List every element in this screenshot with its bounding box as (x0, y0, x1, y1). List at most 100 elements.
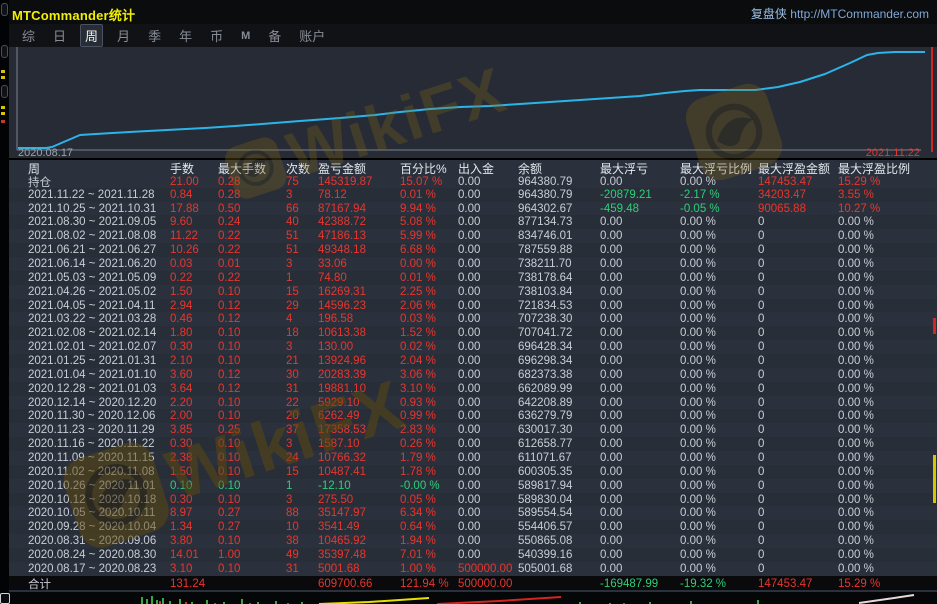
menu-item-zhanghu[interactable]: 账户 (295, 25, 329, 46)
balance-line (18, 52, 925, 148)
table-total-row[interactable]: 合计131.24609700.66121.94 %500000.00-16948… (9, 576, 937, 590)
table-row[interactable]: 2021.01.04 ~ 2021.01.103.600.123020283.3… (9, 368, 937, 382)
cell: 40 (286, 216, 318, 228)
cell: 0.00 % (680, 452, 758, 464)
cell: 554406.57 (518, 521, 600, 533)
menu-item-bi[interactable]: 币 (206, 25, 227, 46)
table-row[interactable]: 2021.08.02 ~ 2021.08.0811.220.225147186.… (9, 229, 937, 243)
cell: 0.00 (458, 383, 518, 395)
menu-item-m[interactable]: M (237, 29, 254, 43)
table-row[interactable]: 2021.06.21 ~ 2021.06.2710.260.225149348.… (9, 243, 937, 257)
table-row[interactable]: 2020.11.09 ~ 2020.11.152.380.102410766.3… (9, 451, 937, 465)
cell: 17.88 (170, 203, 218, 215)
cell: 0.00 % (680, 549, 758, 561)
column-header: 次数 (286, 160, 318, 177)
column-header: 最大浮亏 (600, 160, 680, 177)
cell: 0.24 (218, 216, 286, 228)
table-row[interactable]: 2020.12.14 ~ 2020.12.202.200.10225929.10… (9, 396, 937, 410)
table-row[interactable]: 2020.10.26 ~ 2020.11.010.100.101-12.10-0… (9, 479, 937, 493)
table-row[interactable]: 2020.08.31 ~ 2020.09.063.800.103810465.9… (9, 534, 937, 548)
cell: 0 (758, 563, 838, 575)
cell: 0.00 % (680, 355, 758, 367)
cell: 0.00 (458, 535, 518, 547)
cell: 2020.12.28 ~ 2021.01.03 (9, 383, 170, 395)
cell: 0.00 % (680, 397, 758, 409)
menu-item-ri[interactable]: 日 (49, 25, 70, 46)
cell: 0.93 % (400, 397, 458, 409)
cell: 0.00 (458, 424, 518, 436)
cell: 0.00 % (680, 383, 758, 395)
table-row[interactable]: 2021.01.25 ~ 2021.01.312.100.102113924.9… (9, 354, 937, 368)
cell: 0.46 (170, 313, 218, 325)
brand-link[interactable]: 复盘侠 http://MTCommander.com (751, 5, 929, 22)
table-row[interactable]: 2021.02.01 ~ 2021.02.070.300.103130.000.… (9, 340, 937, 354)
table-row[interactable]: 2021.04.05 ~ 2021.04.112.940.122914596.2… (9, 299, 937, 313)
cell: 0.00 (600, 549, 680, 561)
table-row[interactable]: 2020.11.02 ~ 2020.11.081.500.101510487.4… (9, 465, 937, 479)
column-header: 盈亏金额 (318, 160, 400, 177)
cell: 3 (286, 189, 318, 201)
cell: 20283.39 (318, 369, 400, 381)
cell: 0.84 (170, 189, 218, 201)
cell: 0.00 (600, 176, 680, 188)
edge-tick (1, 120, 5, 123)
cell: 0.10 (218, 355, 286, 367)
cell: 10465.92 (318, 535, 400, 547)
table-row[interactable]: 2020.09.28 ~ 2020.10.041.340.27103541.49… (9, 520, 937, 534)
table-row[interactable]: 2020.10.12 ~ 2020.10.180.300.103275.500.… (9, 493, 937, 507)
cell: 0.50 (218, 203, 286, 215)
cell: 1.00 % (400, 563, 458, 575)
edge-panel-button[interactable] (1, 85, 8, 98)
menu-item-zhou[interactable]: 周 (80, 24, 103, 47)
table-row[interactable]: 2021.02.08 ~ 2021.02.141.800.101810613.3… (9, 326, 937, 340)
menu-item-bei[interactable]: 备 (264, 25, 285, 46)
cell: 0 (758, 452, 838, 464)
menu-item-ji[interactable]: 季 (144, 25, 165, 46)
cell: 0.00 % (838, 397, 937, 409)
cell: 49348.18 (318, 244, 400, 256)
cell: 2021.04.05 ~ 2021.04.11 (9, 300, 170, 312)
table-row[interactable]: 2020.11.16 ~ 2020.11.220.300.1031587.100… (9, 437, 937, 451)
edge-panel-button[interactable] (1, 45, 8, 58)
table-row[interactable]: 2020.12.28 ~ 2021.01.033.640.123119881.1… (9, 382, 937, 396)
menu-item-nian[interactable]: 年 (175, 25, 196, 46)
cell: 0.00 (458, 466, 518, 478)
table-row[interactable]: 2021.06.14 ~ 2021.06.200.030.01333.060.0… (9, 257, 937, 271)
cell: 0 (758, 369, 838, 381)
table-row[interactable]: 2020.08.17 ~ 2020.08.233.100.10315001.68… (9, 562, 937, 576)
table-row[interactable]: 2020.11.23 ~ 2020.11.293.850.253717358.5… (9, 423, 937, 437)
cell: 0 (758, 300, 838, 312)
cell: 0.05 % (400, 494, 458, 506)
cell: 2021.02.08 ~ 2021.02.14 (9, 327, 170, 339)
cell: 0.00 % (838, 230, 937, 242)
table-row[interactable]: 2020.08.24 ~ 2020.08.3014.011.004935397.… (9, 548, 937, 562)
cell: 2021.06.14 ~ 2021.06.20 (9, 258, 170, 270)
cell: 1.00 (218, 549, 286, 561)
table-row[interactable]: 2021.04.26 ~ 2021.05.021.500.101516269.3… (9, 285, 937, 299)
cell: 3 (286, 258, 318, 270)
cell: 22 (286, 397, 318, 409)
menu-item-zong[interactable]: 综 (18, 25, 39, 46)
cell: 2.10 (170, 355, 218, 367)
edge-panel-button[interactable] (1, 3, 8, 16)
cell: 0.10 (218, 480, 286, 492)
cell: 0.00 (600, 355, 680, 367)
table-row[interactable]: 2021.05.03 ~ 2021.05.090.220.22174.800.0… (9, 271, 937, 285)
cell: 0.00 (600, 341, 680, 353)
cell: 2020.11.16 ~ 2020.11.22 (9, 438, 170, 450)
column-header: 手数 (170, 160, 218, 177)
table-row[interactable]: 2021.11.22 ~ 2021.11.280.840.28378.120.0… (9, 188, 937, 202)
cell: 47186.13 (318, 230, 400, 242)
chart-end-date: 2021.11.22 (866, 147, 920, 159)
table-row[interactable]: 持仓21.000.2875145319.8715.07 %0.00964380.… (9, 174, 937, 188)
table-row[interactable]: 2021.03.22 ~ 2021.03.280.460.124196.580.… (9, 312, 937, 326)
menu-item-yue[interactable]: 月 (113, 25, 134, 46)
bottom-left-box[interactable] (0, 593, 10, 604)
cell: 0.00 (458, 300, 518, 312)
table-row[interactable]: 2021.10.25 ~ 2021.10.3117.880.506687167.… (9, 202, 937, 216)
balance-chart: 2020.08.17 2021.11.22 (9, 47, 937, 158)
table-row[interactable]: 2020.10.05 ~ 2020.10.118.970.278835147.9… (9, 506, 937, 520)
table-row[interactable]: 2020.11.30 ~ 2020.12.062.000.10206262.49… (9, 409, 937, 423)
table-row[interactable]: 2021.08.30 ~ 2021.09.059.600.244042388.7… (9, 215, 937, 229)
cell: 964380.79 (518, 189, 600, 201)
